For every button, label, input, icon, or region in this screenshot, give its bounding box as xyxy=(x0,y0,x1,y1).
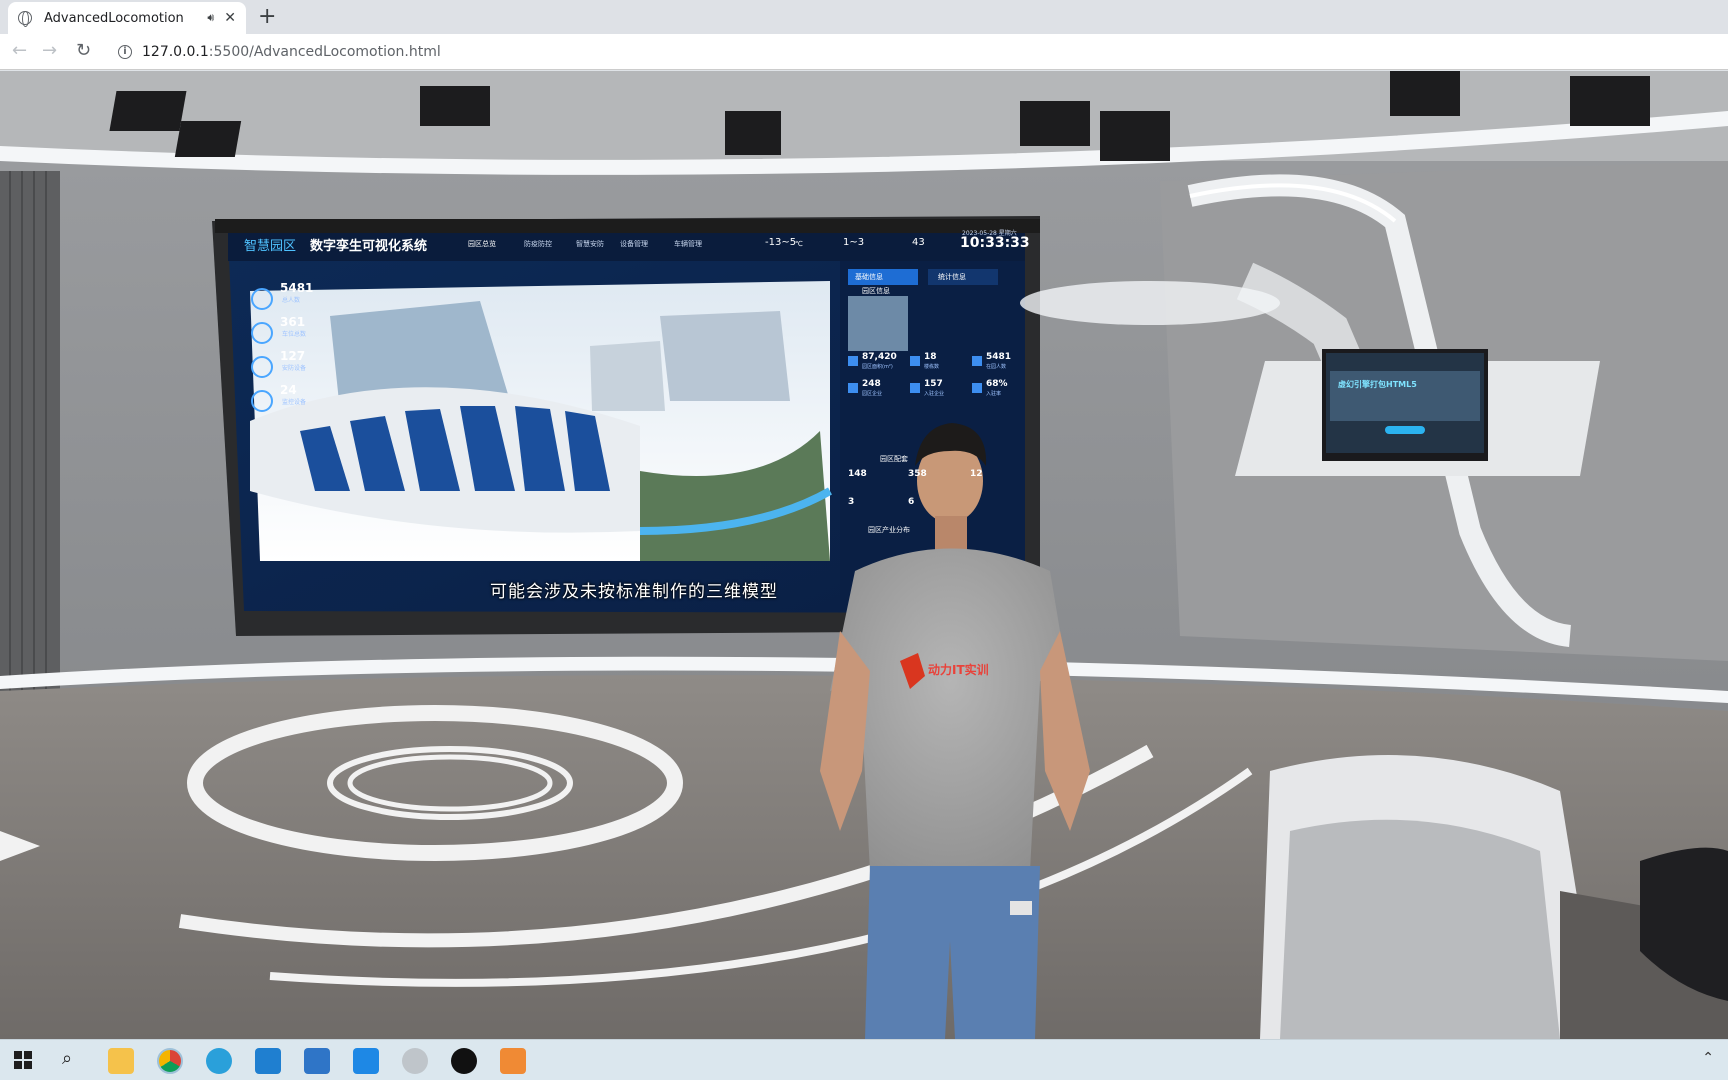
left-stat-label-4: 监控设备 xyxy=(282,399,307,406)
reload-icon[interactable]: ↻ xyxy=(76,40,91,61)
screen-system-title: 数字孪生可视化系统 xyxy=(310,239,428,254)
3d-viewport[interactable]: 智慧园区 数字孪生可视化系统 园区总览 防疫防控 智慧安防 设备管理 车辆管理 … xyxy=(0,71,1728,1039)
forward-arrow-icon[interactable]: → xyxy=(42,40,57,61)
chat-app-icon[interactable] xyxy=(206,1048,232,1074)
right-stat-value-1: 87,420 xyxy=(862,352,897,362)
url-path: :5500/AdvancedLocomotion.html xyxy=(208,44,441,60)
right-stat-value-9: 12 xyxy=(970,469,983,479)
app-icon[interactable] xyxy=(353,1048,379,1074)
left-stat-value-1: 5481 xyxy=(280,281,314,295)
screen-weather-unit: ℃ xyxy=(795,240,803,248)
windows-taskbar: ⌕ ⌃ xyxy=(0,1039,1728,1080)
chrome-icon[interactable] xyxy=(157,1048,183,1074)
right-stat-label-3: 在园人数 xyxy=(986,364,1007,370)
right-stat-label-4: 园区企业 xyxy=(862,391,883,397)
left-stat-label-2: 车位总数 xyxy=(282,331,307,338)
search-icon[interactable]: ⌕ xyxy=(62,1048,72,1069)
monitor-headline: 虚幻引擎打包HTML5 xyxy=(1338,380,1417,389)
video-subtitle: 可能会涉及未按标准制作的三维模型 xyxy=(490,582,778,602)
left-stat-value-3: 127 xyxy=(280,349,306,363)
right-stat-value-8: 358 xyxy=(908,469,927,479)
screen-weather-temp: -13~5 xyxy=(765,237,797,248)
screen-nav-2: 防疫防控 xyxy=(524,240,552,248)
right-stat-value-4: 248 xyxy=(862,379,881,389)
back-arrow-icon[interactable]: ← xyxy=(12,40,27,61)
new-tab-button[interactable]: + xyxy=(258,4,276,29)
media-app-icon[interactable] xyxy=(402,1048,428,1074)
right-stat-label-5: 入驻企业 xyxy=(924,391,945,397)
right-stat-label-6: 入驻率 xyxy=(986,391,1002,397)
tray-chevron-icon[interactable]: ⌃ xyxy=(1702,1050,1714,1066)
windows-start-icon[interactable] xyxy=(14,1051,32,1069)
browser-tab[interactable]: AdvancedLocomotion 🔊︎ ✕ xyxy=(8,2,246,34)
screen-nav-4: 设备管理 xyxy=(620,240,648,248)
right-stat-value-6: 68% xyxy=(986,379,1008,389)
right-stat-value-11: 6 xyxy=(908,497,915,507)
browser-tab-strip: AdvancedLocomotion 🔊︎ ✕ + xyxy=(0,0,1728,34)
file-explorer-icon[interactable] xyxy=(108,1048,134,1074)
right-stat-value-2: 18 xyxy=(924,352,937,362)
left-stat-value-4: 24 xyxy=(280,383,297,397)
browser-toolbar: ← → ↻ i 127.0.0.1:5500/AdvancedLocomotio… xyxy=(0,34,1728,70)
screen-aqi: 43 xyxy=(912,237,925,248)
tab-title: AdvancedLocomotion xyxy=(44,10,184,26)
screen-nav-1: 园区总览 xyxy=(468,240,496,248)
right-stat-label-2: 楼栋数 xyxy=(924,364,940,370)
left-stat-label-3: 安防设备 xyxy=(282,365,307,372)
markdown-editor-icon[interactable] xyxy=(304,1048,330,1074)
speaker-icon[interactable]: 🔊︎ xyxy=(207,11,214,25)
unreal-engine-icon[interactable] xyxy=(451,1048,477,1074)
right-stat-value-5: 157 xyxy=(924,379,943,389)
screen-nav-5: 车辆管理 xyxy=(674,240,702,248)
screen-wind: 1~3 xyxy=(843,237,865,248)
right-stat-value-3: 5481 xyxy=(986,352,1012,362)
shirt-logo: 动力IT实训 xyxy=(928,663,989,677)
globe-icon xyxy=(18,11,32,27)
right-stat-value-10: 3 xyxy=(848,497,855,507)
left-stat-value-2: 361 xyxy=(280,315,306,329)
screen-section-config: 园区配套 xyxy=(880,455,908,463)
left-stat-label-1: 总人数 xyxy=(282,297,301,304)
close-tab-icon[interactable]: ✕ xyxy=(224,10,236,26)
studio-scene xyxy=(0,71,1728,1039)
screen-nav-3: 智慧安防 xyxy=(576,240,604,248)
url-host: 127.0.0.1 xyxy=(142,44,209,60)
right-stat-value-7: 148 xyxy=(848,469,867,479)
address-bar[interactable]: i 127.0.0.1:5500/AdvancedLocomotion.html xyxy=(112,38,1722,66)
screen-tab-stats: 统计信息 xyxy=(938,273,966,281)
vscode-icon[interactable] xyxy=(255,1048,281,1074)
screen-brand: 智慧园区 xyxy=(244,239,297,254)
screen-clock: 10:33:33 xyxy=(960,235,1030,251)
screen-section-park: 园区信息 xyxy=(862,287,890,295)
site-info-icon[interactable]: i xyxy=(118,45,132,59)
presentation-app-icon[interactable] xyxy=(500,1048,526,1074)
screen-tab-basic: 基础信息 xyxy=(855,273,883,281)
right-stat-label-1: 园区面积(m²) xyxy=(862,364,893,370)
screen-section-industry: 园区产业分布 xyxy=(868,526,910,534)
